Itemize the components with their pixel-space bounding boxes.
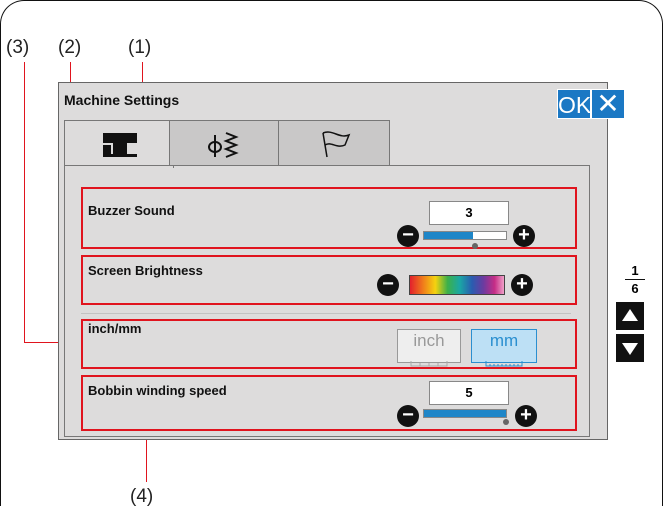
buzzer-level-bar	[423, 231, 507, 240]
brightness-decrease-button[interactable]: −	[377, 274, 399, 296]
ok-button[interactable]: OK	[557, 89, 591, 119]
buzzer-sound-label: Buzzer Sound	[88, 203, 175, 218]
screen-brightness-label: Screen Brightness	[88, 263, 203, 278]
buzzer-increase-button[interactable]: +	[513, 225, 535, 247]
mm-label: mm	[489, 331, 519, 350]
inch-button[interactable]: inch	[397, 329, 461, 367]
units-label: inch/mm	[88, 321, 142, 336]
units-row: inch/mm inch mm	[81, 319, 577, 369]
page-total: 6	[631, 281, 639, 296]
bobbin-level-fill	[424, 410, 506, 417]
callout-line-3	[24, 62, 25, 342]
row-divider	[81, 313, 571, 314]
page-current: 1	[631, 263, 639, 278]
bobbin-decrease-button[interactable]: −	[397, 405, 419, 427]
bobbin-increase-button[interactable]: +	[515, 405, 537, 427]
stitch-icon	[208, 132, 239, 158]
callout-4: (4)	[130, 486, 154, 507]
tab-stitch[interactable]	[169, 120, 279, 166]
brightness-scale	[409, 275, 505, 295]
close-icon: ✕	[596, 88, 620, 119]
bobbin-level-bar	[423, 409, 507, 418]
arrow-up-icon	[622, 309, 638, 321]
callout-2: (2)	[58, 37, 82, 58]
scroll-down-button[interactable]	[615, 333, 645, 363]
buzzer-sound-row: Buzzer Sound 3 − +	[81, 187, 577, 249]
ruler-icon	[410, 361, 448, 367]
mm-button[interactable]: mm	[471, 329, 537, 367]
inch-label: inch	[413, 331, 445, 350]
buzzer-sound-value: 3	[429, 201, 509, 225]
arrow-down-icon	[622, 343, 638, 355]
ruler-icon	[485, 361, 523, 367]
bobbin-speed-row: Bobbin winding speed 5 − +	[81, 375, 577, 431]
buzzer-level-fill	[424, 232, 474, 239]
bobbin-level-dot	[503, 419, 509, 425]
buzzer-level-dot	[472, 243, 478, 249]
close-button[interactable]: ✕	[591, 89, 625, 119]
callout-3: (3)	[6, 37, 30, 58]
page-fraction-line	[625, 279, 645, 280]
bobbin-speed-label: Bobbin winding speed	[88, 383, 227, 398]
brightness-increase-button[interactable]: +	[511, 274, 533, 296]
scroll-up-button[interactable]	[615, 301, 645, 331]
callout-1: (1)	[128, 37, 152, 58]
sewing-machine-icon	[103, 133, 137, 157]
buzzer-decrease-button[interactable]: −	[397, 225, 419, 247]
flag-icon	[322, 131, 351, 158]
tab-machine[interactable]	[64, 120, 174, 168]
bobbin-speed-value: 5	[429, 381, 509, 405]
screen-brightness-row: Screen Brightness − +	[81, 255, 577, 305]
machine-settings-panel: Machine Settings OK ✕ Buzzer Sound 3 − +…	[58, 82, 645, 440]
tab-general[interactable]	[278, 120, 390, 166]
panel-title: Machine Settings	[64, 92, 180, 108]
